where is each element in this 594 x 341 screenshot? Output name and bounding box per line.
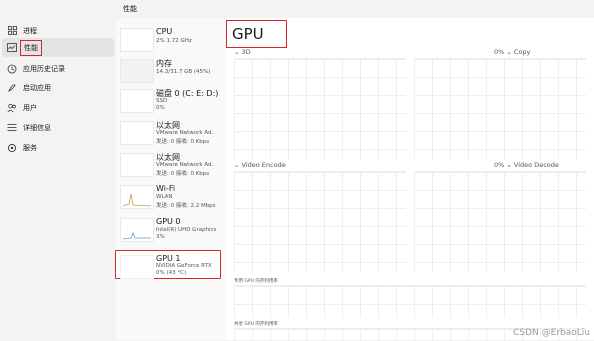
device-gpu-1[interactable]: GPU 1 NVIDIA GeForce RTX 0% (43 °C) — [115, 250, 226, 284]
device-ethernet-2[interactable]: 以太网 VMware Network Ad. 发送: 0 接收: 0 Kbps — [116, 149, 226, 182]
device-name: CPU — [156, 27, 173, 36]
graph-copy — [414, 58, 586, 159]
device-disk-0[interactable]: 磁盘 0 (C: E: D:) SSD 0% — [116, 85, 226, 118]
users-icon — [5, 101, 19, 115]
graph-video-encode-label[interactable]: ⌄ Video Encode — [234, 161, 286, 169]
wifi-thumbnail-graph — [120, 185, 154, 209]
device-detail: NVIDIA GeForce RTX — [156, 263, 212, 269]
details-icon — [5, 121, 19, 135]
device-detail: VMware Network Ad. — [156, 130, 214, 136]
device-detail: 2% 1.72 GHz — [156, 38, 192, 44]
device-ethernet-1[interactable]: 以太网 VMware Network Ad. 发送: 0 接收: 0 Kbps — [116, 117, 226, 150]
graph-copy-label[interactable]: 0% ⌄ Copy — [494, 48, 530, 56]
nav-label: 启动应用 — [23, 83, 51, 92]
watermark: CSDN @ErbaoLiu — [513, 328, 590, 338]
dedicated-memory-label: 专用 GPU 内存利用率 — [234, 279, 278, 284]
cpu-thumbnail-graph — [120, 28, 154, 52]
nav-item-details[interactable]: 详细信息 — [2, 118, 114, 137]
grid-icon — [5, 24, 19, 38]
startup-icon — [5, 81, 19, 95]
nav-item-app-history[interactable]: 应用历史记录 — [2, 59, 114, 78]
services-icon — [5, 141, 19, 155]
device-detail: 0% — [156, 105, 165, 111]
device-gpu-0[interactable]: GPU 0 Intel(R) UHD Graphics 3% — [116, 214, 226, 247]
nav-label: 用户 — [23, 103, 37, 112]
gpu1-thumbnail-graph — [120, 255, 154, 279]
device-list: CPU 2% 1.72 GHz 内存 14.3/31.7 GB (45%) 磁盘… — [115, 18, 226, 340]
nav-label: 性能 — [20, 39, 42, 56]
device-detail: SSD — [156, 98, 168, 104]
page-title: 性能 — [123, 5, 137, 13]
device-name: GPU 0 — [156, 217, 181, 226]
device-cpu[interactable]: CPU 2% 1.72 GHz — [116, 24, 226, 57]
nav-item-users[interactable]: 用户 — [2, 98, 114, 117]
shared-memory-label: 共享 GPU 内存利用率 — [234, 322, 278, 327]
nav-item-services[interactable]: 服务 — [2, 138, 114, 157]
gpu0-thumbnail-graph — [120, 218, 154, 242]
graph-video-encode — [234, 171, 406, 272]
device-name: Wi-Fi — [156, 184, 176, 193]
gpu-detail-panel: GPU ⌄ 3D 0% ⌄ Copy ⌄ Video Encode 0% ⌄ V… — [226, 18, 594, 341]
ethernet-thumbnail-graph — [120, 153, 154, 177]
device-name: GPU 1 — [156, 254, 181, 263]
device-detail: WLAN — [156, 194, 173, 200]
nav-item-startup[interactable]: 启动应用 — [2, 78, 114, 97]
nav-label: 详细信息 — [23, 123, 51, 132]
device-detail: VMware Network Ad. — [156, 162, 214, 168]
memory-thumbnail-graph — [120, 59, 154, 83]
graph-3d-label[interactable]: ⌄ 3D — [234, 48, 251, 56]
graph-video-decode — [414, 171, 586, 272]
left-nav: 进程 性能 应用历史记录 启动应用 用户 详细信息 服务 — [0, 18, 116, 340]
ethernet-thumbnail-graph — [120, 121, 154, 145]
device-detail: 0% (43 °C) — [156, 270, 187, 276]
graph-video-decode-label[interactable]: 0% ⌄ Video Decode — [494, 161, 559, 169]
gpu-heading: GPU — [226, 20, 287, 48]
device-name: 内存 — [156, 59, 172, 68]
device-memory[interactable]: 内存 14.3/31.7 GB (45%) — [116, 55, 226, 88]
nav-item-performance[interactable]: 性能 — [2, 38, 114, 57]
device-detail: 发送: 0 接收: 0 Kbps — [156, 139, 210, 145]
nav-label: 应用历史记录 — [23, 64, 65, 73]
device-detail: 3% — [156, 234, 165, 240]
performance-icon — [5, 41, 19, 55]
disk-thumbnail-graph — [120, 89, 154, 113]
device-detail: Intel(R) UHD Graphics — [156, 227, 217, 233]
graph-dedicated-memory — [234, 285, 586, 318]
device-detail: 发送: 0 接收: 0 Kbps — [156, 171, 210, 177]
device-detail: 14.3/31.7 GB (45%) — [156, 69, 211, 75]
nav-label: 进程 — [23, 26, 37, 35]
title-bar: 性能 — [0, 0, 594, 18]
device-wifi[interactable]: Wi-Fi WLAN 发送: 0 接收: 2.2 Mbps — [116, 181, 226, 214]
device-detail: 发送: 0 接收: 2.2 Mbps — [156, 203, 216, 209]
graph-3d — [234, 58, 406, 159]
history-icon — [5, 62, 19, 76]
nav-label: 服务 — [23, 143, 37, 152]
